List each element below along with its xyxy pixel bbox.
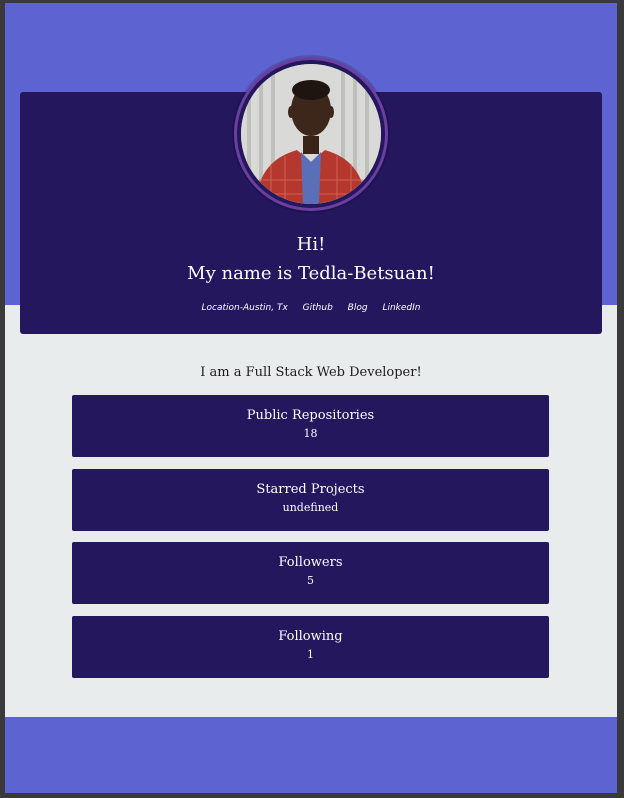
greeting: Hi! <box>296 234 326 255</box>
stat-title: Following <box>278 629 343 644</box>
page: Hi! My name is Tedla-Betsuan! Location-A… <box>5 3 617 793</box>
stat-value: undefined <box>282 501 339 514</box>
avatar <box>241 64 381 204</box>
stat-card-starred-projects: Starred Projects undefined <box>72 469 549 531</box>
stat-card-public-repositories: Public Repositories 18 <box>72 395 549 457</box>
stat-value: 5 <box>307 574 314 587</box>
tagline: I am a Full Stack Web Developer! <box>200 365 422 380</box>
stat-value: 1 <box>307 648 314 661</box>
profile-links: Location-Austin, Tx Github Blog LinkedIn <box>20 301 602 315</box>
avatar-photo-icon <box>241 64 381 204</box>
stat-value: 18 <box>303 427 318 440</box>
location-text: Location-Austin, Tx <box>201 303 288 313</box>
stat-card-following: Following 1 <box>72 616 549 678</box>
linkedin-link[interactable]: LinkedIn <box>382 301 420 315</box>
footer-band <box>5 717 617 793</box>
stat-title: Followers <box>278 555 343 570</box>
blog-link[interactable]: Blog <box>348 301 368 315</box>
stat-title: Starred Projects <box>256 482 365 497</box>
github-link[interactable]: Github <box>303 301 333 315</box>
profile-name: My name is Tedla-Betsuan! <box>187 263 435 284</box>
stat-card-followers: Followers 5 <box>72 542 549 604</box>
stat-title: Public Repositories <box>246 408 375 423</box>
